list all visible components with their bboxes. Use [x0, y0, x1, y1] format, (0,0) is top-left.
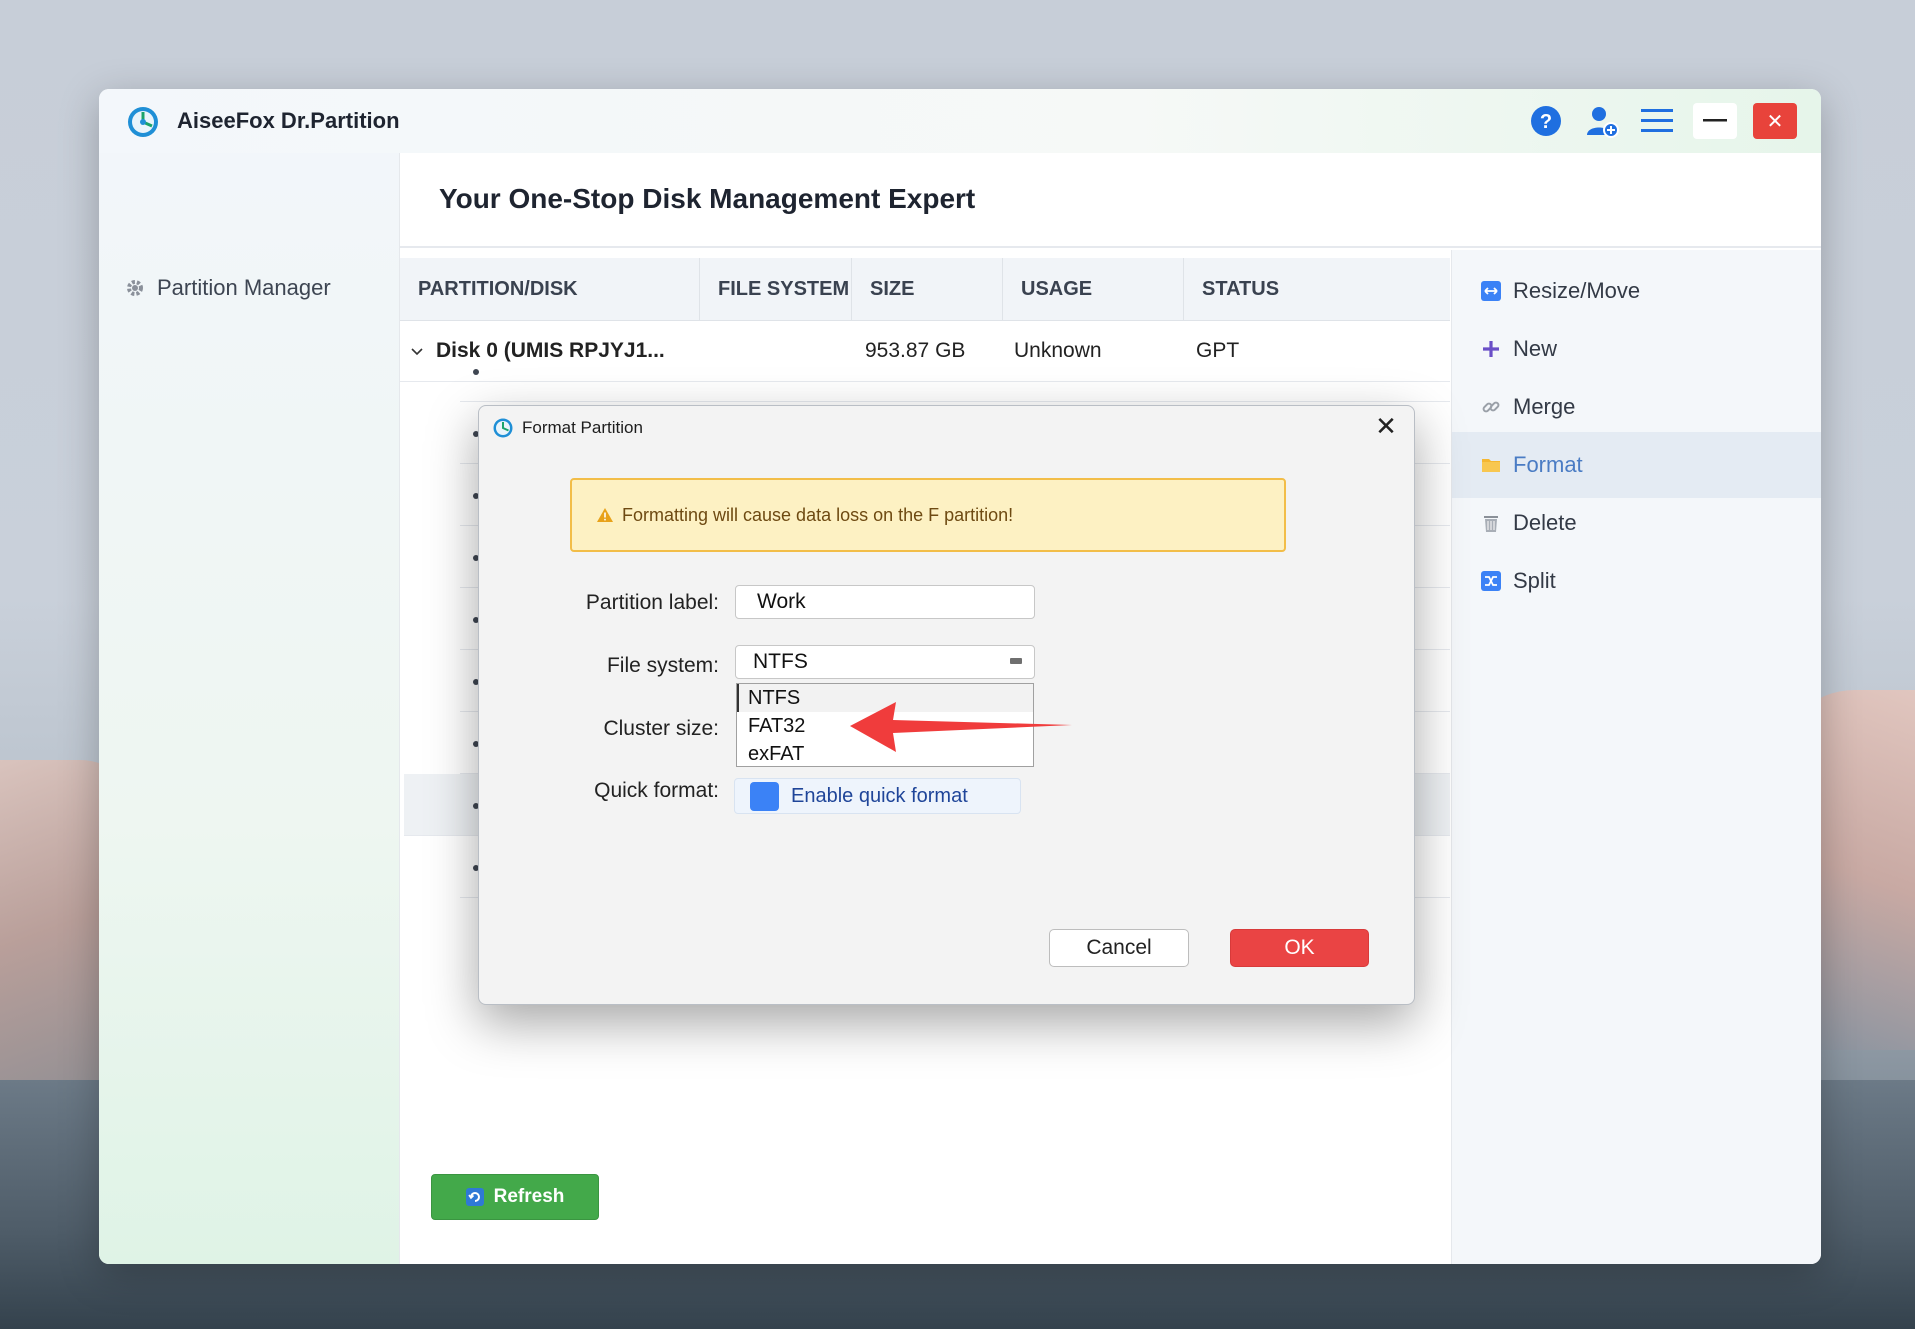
action-label: New	[1513, 336, 1558, 361]
partition-label-label: Partition label:	[585, 591, 719, 614]
cancel-button[interactable]: Cancel	[1049, 929, 1189, 967]
refresh-label: Refresh	[493, 1186, 565, 1207]
column-header-partition[interactable]: PARTITION/DISK	[400, 258, 700, 320]
action-label: Delete	[1513, 510, 1577, 535]
action-panel: Resize/Move New Merge Format Delete Spli…	[1451, 250, 1821, 1264]
sidebar-item-label: Partition Manager	[157, 275, 331, 300]
partition-label-value: Work	[757, 590, 806, 613]
svg-text:?: ?	[1540, 111, 1552, 133]
link-icon	[1482, 401, 1500, 413]
tree-bullet	[473, 369, 479, 375]
file-system-select[interactable]: NTFS	[735, 645, 1035, 679]
warning-icon	[597, 508, 613, 522]
hamburger-menu-icon	[1641, 109, 1673, 132]
action-label: Format	[1513, 452, 1583, 477]
action-new[interactable]: New	[1452, 316, 1821, 382]
column-header-status[interactable]: STATUS	[1184, 258, 1450, 320]
close-icon: ✕	[1375, 411, 1397, 441]
dialog-title: Format Partition	[522, 418, 643, 437]
folder-icon	[1482, 459, 1500, 472]
dropdown-arrow-icon	[1010, 658, 1022, 664]
ok-button[interactable]: OK	[1230, 929, 1369, 967]
action-label: Resize/Move	[1513, 278, 1641, 303]
file-system-label: File system:	[606, 654, 719, 677]
quick-format-checkbox[interactable]	[750, 781, 779, 811]
close-window-button[interactable]: ✕	[1753, 103, 1797, 139]
action-format[interactable]: Format	[1452, 432, 1821, 498]
table-header: PARTITION/DISK FILE SYSTEM SIZE USAGE ST…	[400, 258, 1450, 321]
action-merge[interactable]: Merge	[1452, 374, 1821, 440]
app-logo-icon	[128, 107, 158, 137]
column-header-usage[interactable]: USAGE	[1003, 258, 1184, 320]
divider	[400, 246, 1821, 248]
minimize-icon	[1703, 119, 1727, 122]
sidebar-item-partition-manager[interactable]: Partition Manager	[125, 275, 331, 301]
column-header-file-system[interactable]: FILE SYSTEM	[700, 258, 852, 320]
file-system-value: NTFS	[753, 650, 808, 673]
resize-icon	[1481, 281, 1501, 301]
cluster-size-label: Cluster size:	[603, 717, 719, 740]
account-button[interactable]	[1584, 103, 1620, 139]
warning-banner: Formatting will cause data loss on the F…	[570, 478, 1286, 552]
user-add-icon	[1587, 107, 1619, 138]
action-delete[interactable]: Delete	[1452, 490, 1821, 556]
quick-format-checkbox-label: Enable quick format	[791, 784, 968, 807]
column-header-size[interactable]: SIZE	[852, 258, 1003, 320]
chevron-down-icon[interactable]	[410, 347, 424, 357]
main-menu-button[interactable]	[1639, 103, 1675, 139]
refresh-button[interactable]: Refresh	[431, 1174, 599, 1220]
app-title: AiseeFox Dr.Partition	[177, 108, 400, 133]
action-resize-move[interactable]: Resize/Move	[1452, 258, 1821, 324]
minimize-button[interactable]	[1693, 103, 1737, 139]
help-button[interactable]: ?	[1528, 103, 1564, 139]
app-logo-icon	[493, 418, 513, 438]
partition-label-input[interactable]: Work	[735, 585, 1035, 619]
trash-icon	[1484, 516, 1498, 532]
plus-icon	[1483, 341, 1499, 357]
action-label: Split	[1513, 568, 1556, 593]
help-icon: ?	[1531, 106, 1561, 136]
warning-text: Formatting will cause data loss on the F…	[622, 504, 1014, 525]
quick-format-checkbox-row[interactable]: Enable quick format	[734, 778, 1021, 814]
sidebar: Partition Manager	[99, 153, 399, 1264]
close-icon: ✕	[1766, 110, 1784, 133]
table-row[interactable]	[460, 340, 1450, 402]
gear-icon	[127, 280, 143, 296]
page-title: Your One-Stop Disk Management Expert	[439, 183, 976, 214]
action-label: Merge	[1513, 394, 1576, 419]
quick-format-label: Quick format:	[594, 779, 719, 802]
dialog-close-button[interactable]: ✕	[1372, 412, 1400, 440]
annotation-arrow-icon	[850, 702, 1072, 752]
refresh-icon	[465, 1188, 484, 1206]
title-bar: AiseeFox Dr.Partition ? ✕	[99, 89, 1821, 153]
action-split[interactable]: Split	[1452, 548, 1821, 614]
split-icon	[1481, 571, 1501, 591]
